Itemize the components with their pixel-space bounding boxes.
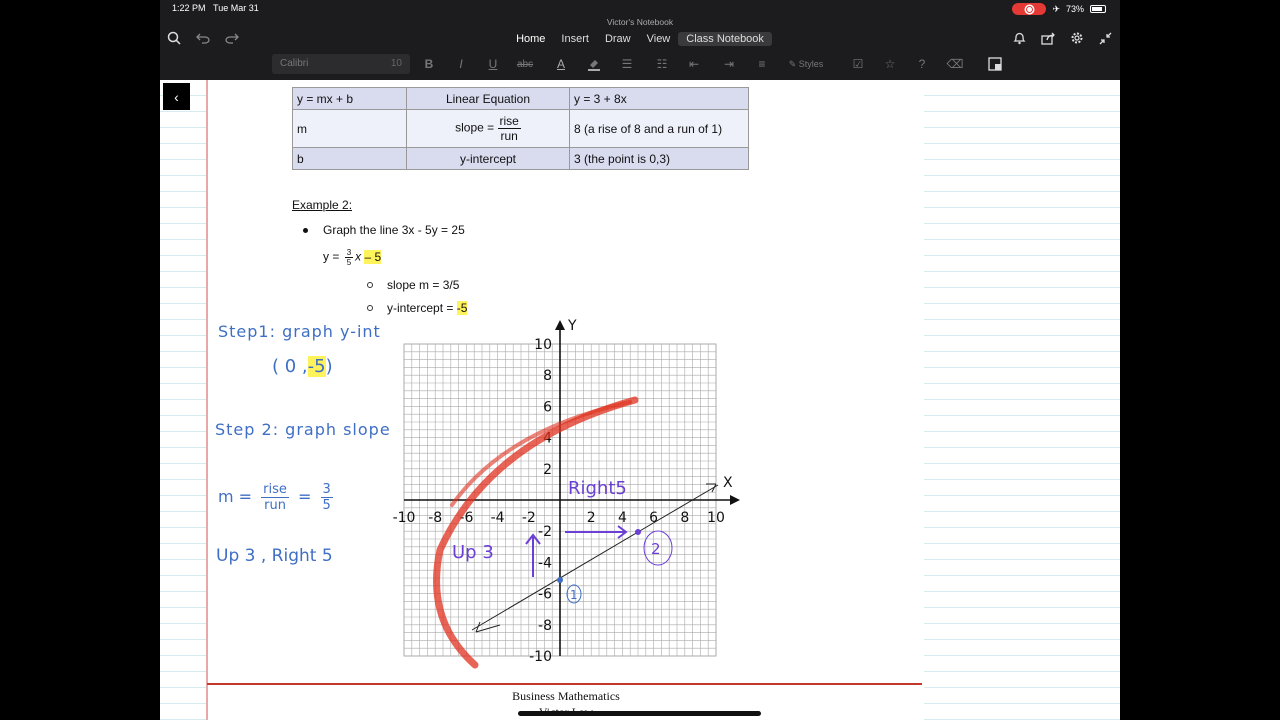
tab-insert[interactable]: Insert [553, 32, 597, 46]
fullscreen-icon[interactable] [986, 55, 1004, 73]
highlight-icon[interactable] [585, 55, 603, 73]
point-slope [635, 529, 641, 535]
top-toolbar: 1:22 PM Tue Mar 31 Victor's Notebook ✈ 7… [160, 0, 1120, 80]
y-tick-label: 6 [543, 399, 552, 415]
styles-label: Styles [798, 59, 824, 69]
y-tick-label: -8 [538, 618, 552, 634]
tab-draw[interactable]: Draw [597, 32, 639, 46]
underline-icon[interactable]: U [484, 55, 502, 73]
gear-icon[interactable] [1067, 28, 1087, 48]
time-text: 1:22 PM [172, 3, 206, 13]
x-tick-label: 10 [707, 510, 725, 526]
question-tag-icon[interactable]: ? [913, 55, 931, 73]
ribbon-tabs: Home Insert Draw View Class Notebook [160, 32, 1120, 46]
formatting-ribbon: Calibri 10 B I U abc A ☰ ☷ ⇤ ⇥ ≡ ✎ Style… [160, 52, 1120, 76]
y-axis-label: Y [567, 318, 577, 334]
x-tick-label: 2 [587, 510, 596, 526]
todo-tag-icon[interactable]: ☑ [849, 55, 867, 73]
point-intercept [557, 577, 563, 583]
onenote-app: 1:22 PM Tue Mar 31 Victor's Notebook ✈ 7… [160, 0, 1120, 720]
y-tick-label: -2 [538, 524, 552, 540]
clear-formatting-icon[interactable]: ⌫ [946, 55, 964, 73]
x-tick-label: 4 [618, 510, 627, 526]
strikethrough-icon[interactable]: abc [516, 55, 534, 73]
important-tag-icon[interactable]: ☆ [881, 55, 899, 73]
coordinate-graph: -10 -8 -6 -4 -2 2 4 6 8 10108642-2-4-6-8-10 X Y U… [393, 318, 740, 669]
styles-icon: ✎ [788, 58, 797, 69]
indent-icon[interactable]: ⇥ [720, 55, 738, 73]
share-icon[interactable] [1038, 28, 1058, 48]
bell-icon[interactable] [1009, 28, 1029, 48]
battery-icon [1090, 5, 1106, 13]
styles-button[interactable]: ✎ Styles [786, 55, 826, 73]
bold-icon[interactable]: B [420, 55, 438, 73]
x-tick-label: 6 [649, 510, 658, 526]
x-tick-label: -10 [393, 510, 416, 526]
tab-class-notebook[interactable]: Class Notebook [678, 32, 772, 46]
tab-home[interactable]: Home [508, 32, 553, 46]
status-bar: 1:22 PM Tue Mar 31 Victor's Notebook ✈ 7… [160, 0, 1120, 27]
y-tick-label: -4 [538, 555, 552, 571]
status-right: ✈ 73% [1012, 3, 1106, 15]
font-color-icon[interactable]: A [552, 55, 570, 73]
y-tick-label: 2 [543, 462, 552, 478]
numbered-list-icon[interactable]: ☷ [653, 55, 671, 73]
x-tick-label: -8 [428, 510, 442, 526]
align-icon[interactable]: ≡ [753, 55, 771, 73]
y-tick-label: -6 [538, 587, 552, 603]
battery-percent: 73% [1065, 4, 1084, 14]
tab-view[interactable]: View [639, 32, 679, 46]
notebook-title: Victor's Notebook [606, 17, 674, 27]
notebook-page[interactable]: ‹ y = mx + b Linear Equation y = 3 + 8x … [160, 80, 1120, 720]
nav-row: Home Insert Draw View Class Notebook [160, 28, 1120, 50]
y-axis-arrow [555, 320, 565, 330]
status-time: 1:22 PM Tue Mar 31 [172, 3, 259, 13]
airplane-icon: ✈ [1052, 3, 1060, 14]
font-name-value: Calibri [280, 58, 309, 69]
y-tick-label: 10 [534, 337, 552, 353]
graph-right-label: Right5 [568, 478, 627, 499]
collapse-icon[interactable] [1095, 28, 1115, 48]
bullet-list-icon[interactable]: ☰ [618, 55, 636, 73]
marker-1-label: 1 [570, 588, 578, 602]
x-tick-label: -2 [522, 510, 536, 526]
date-text: Tue Mar 31 [213, 3, 259, 13]
footer-rule [207, 683, 922, 685]
y-tick-label: 8 [543, 368, 552, 384]
y-tick-label: -10 [529, 649, 552, 665]
recording-indicator-icon [1012, 3, 1047, 15]
font-size-value: 10 [390, 58, 402, 69]
graph-up-label: Up 3 [452, 542, 494, 563]
x-axis-label: X [723, 475, 733, 491]
font-name-input[interactable]: Calibri 10 [272, 54, 410, 74]
x-axis-arrow [730, 495, 740, 505]
home-indicator[interactable] [518, 711, 761, 716]
x-tick-label: 8 [680, 510, 689, 526]
footer-course: Business Mathematics [512, 689, 620, 703]
italic-icon[interactable]: I [452, 55, 470, 73]
outdent-icon[interactable]: ⇤ [685, 55, 703, 73]
x-tick-label: -4 [491, 510, 505, 526]
marker-2-label: 2 [651, 540, 661, 558]
